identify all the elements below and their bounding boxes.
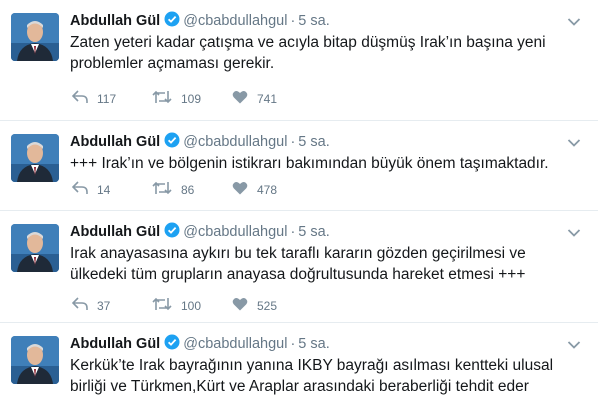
retweet-button[interactable]: 109: [152, 90, 232, 107]
reply-count: 14: [97, 182, 111, 197]
heart-icon: [232, 297, 257, 314]
handle[interactable]: @cbabdullahgul: [183, 224, 287, 240]
separator-dot: ·: [290, 224, 296, 240]
reply-count: 37: [97, 298, 111, 313]
tweet-text: +++ Irak’ın ve bölgenin istikrarı bakımı…: [70, 153, 585, 174]
handle[interactable]: @cbabdullahgul: [183, 134, 287, 150]
tweet-text-line: ülkedeki tüm grupların anayasa doğrultus…: [70, 266, 526, 283]
avatar[interactable]: [11, 134, 59, 182]
display-name[interactable]: Abdullah Gül: [70, 13, 160, 29]
like-count: 478: [257, 182, 278, 197]
verified-badge-icon: [164, 334, 180, 355]
like-count: 741: [257, 91, 278, 106]
tweet-text-line: Kerkük’te Irak bayrağının yanına IKBY ba…: [70, 357, 554, 374]
retweet-button[interactable]: 86: [152, 181, 232, 198]
chevron-down-icon[interactable]: [567, 135, 581, 153]
verified-badge-icon: [164, 11, 180, 32]
retweet-button[interactable]: 100: [152, 297, 232, 314]
tweet[interactable]: Abdullah Gül @cbabdullahgul · 5 sa. Zaten y…: [0, 0, 598, 121]
retweet-icon: [152, 181, 181, 198]
reply-button[interactable]: 14: [71, 181, 152, 198]
heart-icon: [232, 181, 257, 198]
handle[interactable]: @cbabdullahgul: [183, 13, 287, 29]
retweet-icon: [152, 90, 181, 107]
timestamp[interactable]: 5 sa.: [298, 13, 329, 29]
reply-count: 117: [97, 91, 117, 106]
chevron-down-icon[interactable]: [567, 14, 581, 32]
like-button[interactable]: 525: [232, 297, 312, 314]
timestamp[interactable]: 5 sa.: [298, 134, 329, 150]
tweet[interactable]: Abdullah Gül @cbabdullahgul · 5 sa. Kerkük’…: [0, 323, 598, 413]
tweet-text-line: birliği ve Türkmen,Kürt ve Araplar arası…: [70, 378, 529, 395]
reply-button[interactable]: 37: [71, 297, 152, 314]
avatar[interactable]: [11, 13, 59, 61]
tweet-text-line: problemler açmaması gerekir.: [70, 55, 275, 72]
tweet-text: Irak anayasasına aykırı bu tek taraflı k…: [70, 243, 585, 285]
tweet-text-line: Zaten yeteri kadar çatışma ve acıyla bit…: [70, 34, 546, 51]
reply-icon: [71, 297, 97, 314]
retweet-icon: [152, 297, 181, 314]
chevron-down-icon[interactable]: [567, 337, 581, 355]
avatar[interactable]: [11, 336, 59, 384]
tweet-text-line: +++ Irak’ın ve bölgenin istikrarı bakımı…: [70, 155, 549, 172]
like-button[interactable]: 741: [232, 90, 312, 107]
reply-icon: [71, 181, 97, 198]
tweet-feed: Abdullah Gül @cbabdullahgul · 5 sa. Zaten y…: [0, 0, 598, 413]
chevron-down-icon[interactable]: [567, 225, 581, 243]
tweet[interactable]: Abdullah Gül @cbabdullahgul · 5 sa. Irak an…: [0, 211, 598, 323]
heart-icon: [232, 90, 257, 107]
retweet-count: 109: [181, 91, 202, 106]
display-name[interactable]: Abdullah Gül: [70, 224, 160, 240]
display-name[interactable]: Abdullah Gül: [70, 134, 160, 150]
tweet-text: Kerkük’te Irak bayrağının yanına IKBY ba…: [70, 355, 585, 397]
handle[interactable]: @cbabdullahgul: [183, 336, 287, 352]
tweet-actions: 117 109 741: [71, 90, 312, 107]
retweet-count: 86: [181, 182, 195, 197]
reply-icon: [71, 90, 97, 107]
separator-dot: ·: [290, 13, 296, 29]
tweet-text-line: Irak anayasasına aykırı bu tek taraflı k…: [70, 245, 526, 262]
display-name[interactable]: Abdullah Gül: [70, 336, 160, 352]
reply-button[interactable]: 117: [71, 90, 152, 107]
tweet-actions: 14 86 478: [71, 181, 312, 198]
like-button[interactable]: 478: [232, 181, 312, 198]
like-count: 525: [257, 298, 278, 313]
timestamp[interactable]: 5 sa.: [298, 224, 329, 240]
timestamp[interactable]: 5 sa.: [298, 336, 329, 352]
verified-badge-icon: [164, 132, 180, 153]
avatar[interactable]: [11, 224, 59, 272]
retweet-count: 100: [181, 298, 202, 313]
separator-dot: ·: [290, 336, 296, 352]
tweet-text: Zaten yeteri kadar çatışma ve acıyla bit…: [70, 32, 585, 74]
separator-dot: ·: [290, 134, 296, 150]
verified-badge-icon: [164, 222, 180, 243]
tweet[interactable]: Abdullah Gül @cbabdullahgul · 5 sa. +++ Ira…: [0, 121, 598, 211]
tweet-actions: 37 100 525: [71, 297, 312, 314]
